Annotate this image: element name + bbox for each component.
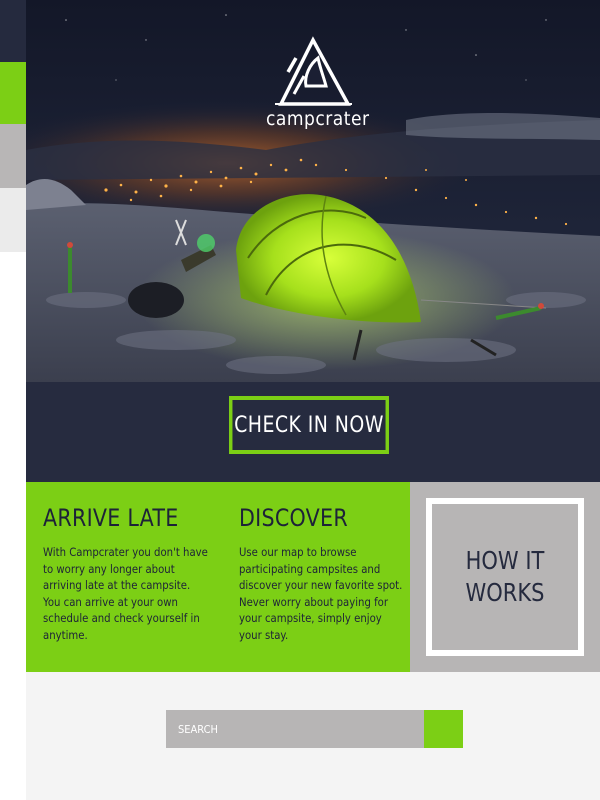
hero-image: campcrater	[26, 0, 600, 382]
strip-gray	[0, 124, 26, 188]
how-it-works-label: HOW IT WORKS	[465, 546, 545, 607]
left-color-strip	[0, 0, 26, 800]
mountain-logo-icon	[275, 36, 352, 106]
feature-arrive-late: ARRIVE LATE With Campcrater you don't ha…	[43, 504, 213, 643]
feature-discover: DISCOVER Use our map to browse participa…	[239, 504, 409, 643]
search-submit-button[interactable]	[424, 710, 463, 748]
search-input[interactable]	[166, 710, 424, 748]
feature-title: DISCOVER	[239, 504, 348, 532]
feature-body: With Campcrater you don't have to worry …	[43, 545, 208, 642]
brand-logo[interactable]: campcrater	[266, 36, 370, 130]
search-bar	[166, 710, 463, 748]
check-in-now-button[interactable]: CHECK IN NOW	[229, 396, 389, 454]
strip-light	[0, 188, 26, 252]
strip-navy	[0, 0, 26, 62]
how-it-works-button[interactable]: HOW IT WORKS	[426, 498, 584, 656]
brand-name: campcrater	[266, 108, 370, 130]
strip-white	[0, 252, 26, 800]
feature-body: Use our map to browse participating camp…	[239, 545, 403, 642]
features-panel: ARRIVE LATE With Campcrater you don't ha…	[26, 482, 410, 672]
feature-title: ARRIVE LATE	[43, 504, 179, 532]
strip-green	[0, 62, 26, 124]
cta-band: CHECK IN NOW	[26, 382, 600, 482]
how-it-works-panel: HOW IT WORKS	[410, 482, 600, 672]
